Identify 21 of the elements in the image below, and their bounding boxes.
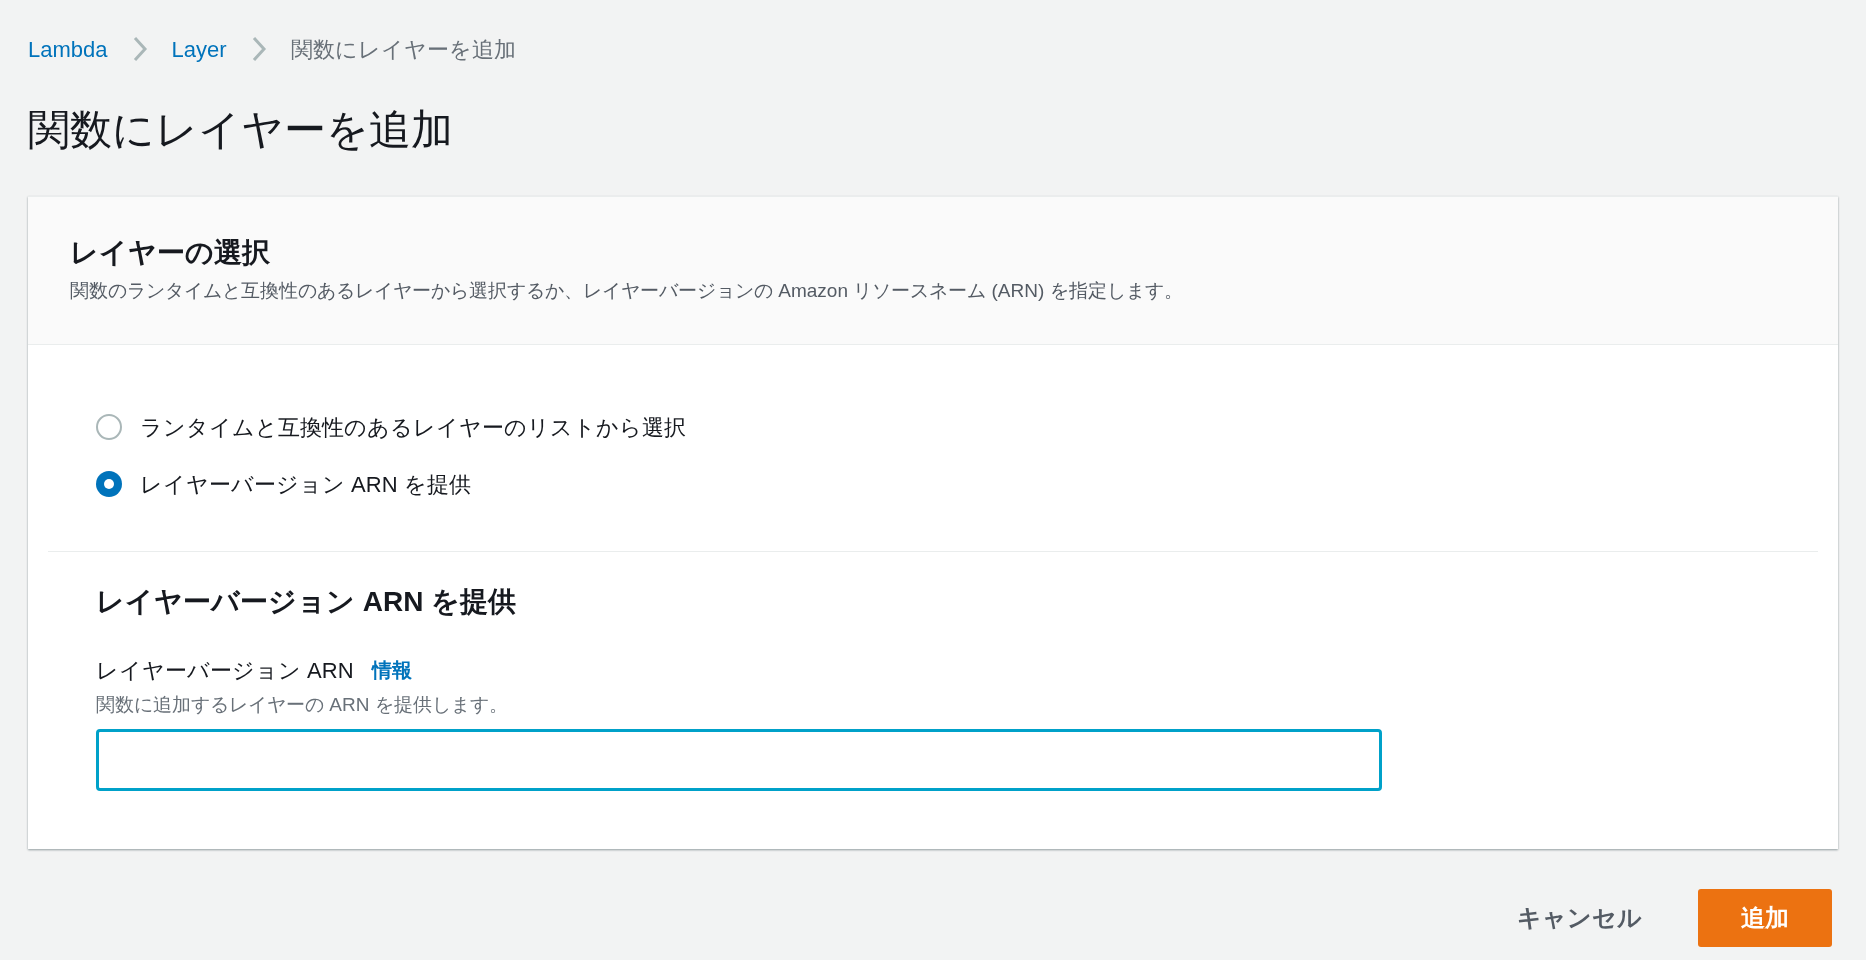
breadcrumb-current: 関数にレイヤーを追加: [290, 35, 516, 64]
radio-label: レイヤーバージョン ARN を提供: [140, 470, 471, 499]
chevron-right-icon: [131, 36, 148, 62]
field-hint: 関数に追加するレイヤーの ARN を提供します。: [96, 692, 509, 717]
info-link[interactable]: 情報: [371, 655, 412, 685]
radio-option[interactable]: ランタイムと互換性のあるレイヤーのリストから選択: [96, 410, 686, 444]
panel-title: レイヤーの選択: [70, 236, 271, 270]
cancel-button[interactable]: キャンセル: [1497, 889, 1662, 947]
radio-label: ランタイムと互換性のあるレイヤーのリストから選択: [140, 413, 686, 442]
section-title: レイヤーバージョン ARN を提供: [96, 584, 518, 619]
breadcrumb-link[interactable]: Lambda: [28, 32, 108, 66]
chevron-right-icon: [250, 36, 267, 62]
arn-input-field[interactable]: [96, 729, 1382, 791]
panel-description: 関数のランタイムと互換性のあるレイヤーから選択するか、レイヤーバージョンの Amazon リソースネーム (ARN) を指定します。: [70, 279, 1184, 303]
radio-button[interactable]: [96, 471, 122, 497]
add-button[interactable]: 追加: [1698, 889, 1832, 947]
field-label: レイヤーバージョン ARN: [96, 656, 354, 685]
radio-option[interactable]: レイヤーバージョン ARN を提供: [96, 467, 471, 501]
breadcrumb-link[interactable]: Layer: [171, 32, 227, 66]
radio-button[interactable]: [96, 414, 122, 440]
page-title: 関数にレイヤーを追加: [28, 105, 454, 155]
